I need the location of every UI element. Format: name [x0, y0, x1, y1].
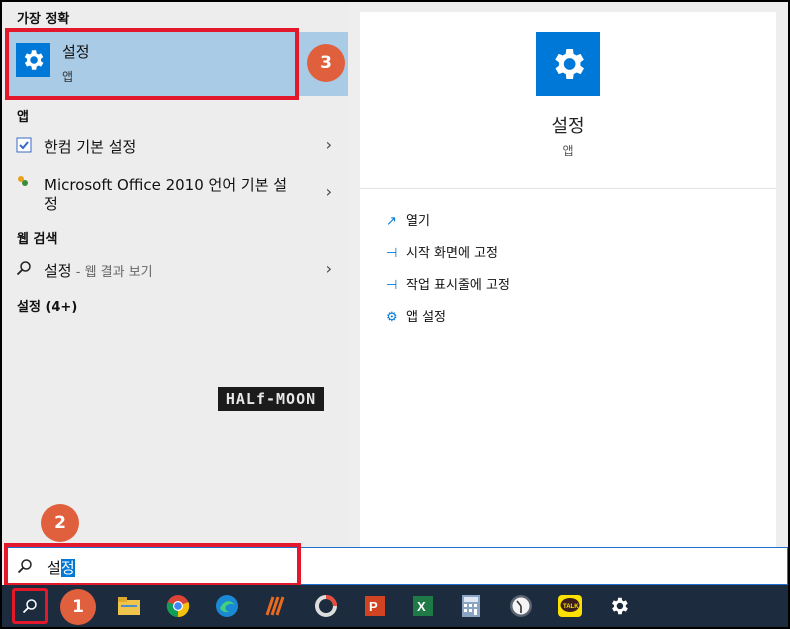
action-label: 열기	[406, 214, 430, 229]
annotation-badge-2: 2	[41, 504, 79, 542]
excel-icon[interactable]: X	[408, 591, 438, 621]
action-label: 작업 표시줄에 고정	[406, 278, 510, 293]
search-icon	[16, 260, 32, 280]
app-item-office-language[interactable]: Microsoft Office 2010 언어 기본 설 정 ›	[2, 170, 348, 214]
web-search-suffix: - 웹 결과 보기	[71, 265, 153, 280]
detail-subtitle: 앱	[562, 144, 574, 158]
action-pin-start[interactable]: ⊣ 시작 화면에 고정	[386, 242, 498, 261]
app-item-label: 한컴 기본 설정	[44, 138, 137, 156]
app-icon[interactable]	[261, 591, 291, 621]
action-label: 앱 설정	[406, 310, 447, 325]
taskbar: 1 P X TALK	[2, 585, 788, 627]
apps-header: 앱	[17, 110, 29, 125]
chevron-right-icon[interactable]: ›	[326, 259, 332, 278]
powerpoint-icon[interactable]: P	[360, 591, 390, 621]
detail-title: 설정	[551, 116, 585, 137]
settings-header[interactable]: 설정 (4+)	[17, 296, 77, 315]
app-item-label-line2: 정	[44, 195, 58, 213]
pin-icon: ⊣	[386, 246, 398, 261]
half-moon-watermark: HALf-MOON	[218, 387, 324, 411]
action-pin-taskbar[interactable]: ⊣ 작업 표시줄에 고정	[386, 274, 510, 293]
circle-app-icon[interactable]	[311, 591, 341, 621]
clock-icon[interactable]	[506, 591, 536, 621]
web-search-item[interactable]: 설정 - 웹 결과 보기 ›	[2, 256, 348, 284]
annotation-box-search	[4, 543, 301, 587]
kakaotalk-label: TALK	[563, 604, 579, 610]
web-search-label: 설정 - 웹 결과 보기	[44, 262, 153, 280]
chevron-right-icon[interactable]: ›	[326, 182, 332, 201]
chrome-icon[interactable]	[163, 591, 193, 621]
best-match-header: 가장 정확	[17, 12, 70, 27]
pin-icon: ⊣	[386, 278, 398, 293]
detail-pane: 설정 앱 ↗ 열기 ⊣ 시작 화면에 고정 ⊣ 작업 표시줄에 고정 ⚙ 앱 설정	[360, 12, 776, 547]
file-explorer-icon[interactable]	[114, 591, 144, 621]
edge-icon[interactable]	[212, 591, 242, 621]
office-icon	[16, 174, 30, 192]
results-pane: 가장 정확 설정 앱 3 앱 한컴 기본 설정 › Microsoft Offi…	[2, 2, 348, 547]
checklist-icon	[16, 137, 32, 157]
action-open[interactable]: ↗ 열기	[386, 210, 430, 229]
detail-header: 설정 앱	[360, 12, 776, 189]
gear-icon	[536, 32, 600, 96]
kakaotalk-icon[interactable]: TALK	[555, 591, 585, 621]
annotation-box-best-match	[5, 28, 299, 100]
calculator-icon[interactable]	[456, 591, 486, 621]
chevron-right-icon[interactable]: ›	[326, 135, 332, 154]
start-menu-window: 가장 정확 설정 앱 3 앱 한컴 기본 설정 › Microsoft Offi…	[2, 2, 788, 627]
settings-gear-icon[interactable]	[604, 591, 634, 621]
action-app-settings[interactable]: ⚙ 앱 설정	[386, 306, 446, 325]
gear-icon: ⚙	[386, 310, 398, 325]
app-item-label-line1: Microsoft Office 2010 언어 기본 설	[44, 176, 288, 194]
svg-text:P: P	[369, 599, 378, 614]
annotation-badge-1: 1	[60, 589, 96, 625]
search-icon	[22, 599, 37, 614]
taskbar-search-button[interactable]	[12, 588, 48, 624]
app-item-hancom[interactable]: 한컴 기본 설정 ›	[2, 132, 348, 160]
svg-text:X: X	[417, 599, 426, 614]
action-label: 시작 화면에 고정	[406, 246, 498, 261]
web-search-header: 웹 검색	[17, 232, 58, 247]
open-icon: ↗	[386, 214, 397, 229]
annotation-badge-3: 3	[307, 44, 345, 82]
